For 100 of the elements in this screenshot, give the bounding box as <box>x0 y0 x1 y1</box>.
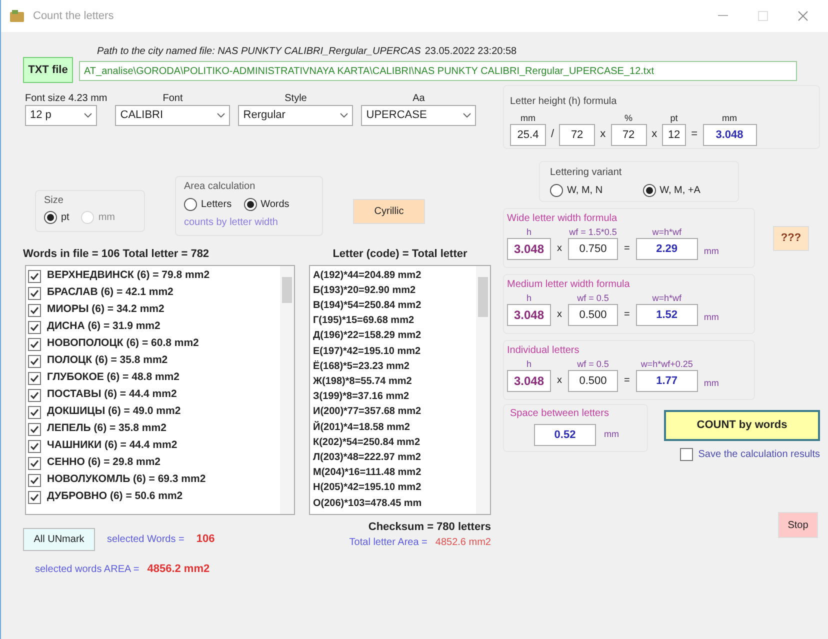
path-field[interactable]: AT_analise\GORODA\POLITIKO-ADMINISTRATIVNAYA KARTA\CALIBRI\NAS PUNKTY CALIBRI_Rergular_UPERCASE_12.txt <box>79 61 797 81</box>
close-icon[interactable] <box>798 11 808 21</box>
operator: = <box>624 308 630 322</box>
letter-item[interactable]: К(202)*54=250.84 mm2 <box>313 434 476 450</box>
result-field[interactable]: 1.77 <box>636 370 698 392</box>
word-item[interactable]: ПОСТАВЫ (6) = 44.4 mm2 <box>47 387 177 403</box>
txt-file-button[interactable]: TXT file <box>23 57 73 83</box>
checkbox[interactable] <box>28 338 41 350</box>
checkbox[interactable] <box>28 304 41 316</box>
note-text: counts by letter width <box>184 216 279 230</box>
result-field[interactable]: 1.52 <box>636 304 698 326</box>
checkbox[interactable] <box>28 354 41 368</box>
radio-label: mm <box>98 211 116 225</box>
letter-item[interactable]: В(194)*54=250.84 mm2 <box>313 298 476 314</box>
result-field[interactable]: 3.048 <box>702 124 756 146</box>
word-item[interactable]: ЧАШНИКИ (6) = 44.4 mm2 <box>47 438 178 454</box>
window-title: Count the letters <box>33 8 114 24</box>
checkbox[interactable] <box>28 372 41 384</box>
chevron-icon <box>340 113 348 118</box>
letter-item[interactable]: Е(197)*42=195.10 mm2 <box>313 344 476 359</box>
input-field[interactable]: 0.500 <box>568 304 618 326</box>
letter-item[interactable]: М(204)*16=111.48 mm2 <box>313 465 476 480</box>
help-button[interactable]: ??? <box>773 226 809 250</box>
letter-item[interactable]: Ё(168)*5=23.23 mm2 <box>313 358 476 374</box>
letter-item[interactable]: А(192)*44=204.89 mm2 <box>313 268 476 283</box>
dropdown[interactable]: Rergular <box>238 105 354 126</box>
letter-item[interactable]: З(199)*8=37.16 mm2 <box>313 389 476 404</box>
scrollbar[interactable] <box>476 266 490 514</box>
checkbox[interactable] <box>28 320 41 334</box>
word-item[interactable]: ПОЛОЦК (6) = 35.8 mm2 <box>47 353 168 369</box>
input-field[interactable]: 0.52 <box>534 424 596 446</box>
dropdown[interactable]: CALIBRI <box>115 105 230 126</box>
dropdown[interactable]: 12 p <box>25 105 97 126</box>
input-field[interactable]: 12 <box>662 124 686 146</box>
word-item[interactable]: СЕННО (6) = 29.8 mm2 <box>47 455 161 471</box>
word-item[interactable]: ЛЕПЕЛЬ (6) = 35.8 mm2 <box>47 421 166 437</box>
word-item[interactable]: ВЕРХНЕДВИНСК (6) = 79.8 mm2 <box>47 268 210 284</box>
letter-item[interactable]: И(200)*77=357.68 mm2 <box>313 404 476 420</box>
letter-item[interactable]: Ж(198)*8=55.74 mm2 <box>313 374 476 390</box>
checkbox[interactable] <box>28 270 41 282</box>
checkbox[interactable] <box>680 448 694 461</box>
radio-label: W, M, N <box>567 184 603 198</box>
letter-item[interactable]: Б(193)*20=92.90 mm2 <box>313 282 476 298</box>
radio-label: Letters <box>201 198 232 212</box>
input-field[interactable]: 3.048 <box>507 238 551 260</box>
formula-label: wf = 1.5*0.5 <box>569 226 617 238</box>
checkbox[interactable] <box>28 440 41 452</box>
letter-item[interactable]: Д(196)*22=158.29 mm2 <box>313 328 476 344</box>
radio-button[interactable] <box>44 211 57 224</box>
word-item[interactable]: НОВОЛУКОМЛЬ (6) = 69.3 mm2 <box>47 472 206 488</box>
radio-button[interactable] <box>550 184 563 197</box>
input-field[interactable]: 3.048 <box>507 370 551 392</box>
operator: = <box>624 242 630 256</box>
chevron-icon <box>217 113 226 118</box>
radio-button[interactable] <box>642 184 656 197</box>
input-field[interactable]: 72 <box>610 124 647 146</box>
stop-button[interactable]: Stop <box>778 512 818 538</box>
letter-item[interactable]: Г(195)*15=69.68 mm2 <box>313 313 476 328</box>
radio-button[interactable] <box>244 198 257 211</box>
word-item[interactable]: ДУБРОВНО (6) = 50.6 mm2 <box>47 489 183 505</box>
unit-label: mm <box>704 244 719 258</box>
word-item[interactable]: ДОКШИЦЫ (6) = 49.0 mm2 <box>47 404 181 420</box>
checkbox[interactable] <box>28 388 41 402</box>
input-field[interactable]: 0.500 <box>568 370 618 392</box>
letter-item[interactable]: Н(205)*42=195.10 mm2 <box>313 480 476 496</box>
checkbox[interactable] <box>28 456 41 470</box>
letter-item[interactable]: Л(203)*48=222.97 mm2 <box>313 450 476 466</box>
scrollbar[interactable] <box>280 266 294 514</box>
checkbox[interactable] <box>28 490 41 504</box>
checkbox[interactable] <box>28 286 41 300</box>
group-title: Lettering variant <box>550 166 623 180</box>
input-field[interactable]: 25.4 <box>510 124 546 146</box>
letter-item[interactable]: О(206)*103=478.45 mm <box>313 496 476 511</box>
result-field[interactable]: 2.29 <box>636 238 698 260</box>
field-label: Font size 4.23 mm <box>25 92 108 105</box>
selected-words-value: 106 <box>196 532 215 548</box>
selected-area-value: 4856.2 mm2 <box>147 562 210 577</box>
word-item[interactable]: НОВОПОЛОЦК (6) = 60.8 mm2 <box>47 336 199 352</box>
checkbox[interactable] <box>28 422 41 436</box>
radio-label: W, M, +A <box>660 184 700 198</box>
input-field[interactable]: 3.048 <box>507 304 551 326</box>
checkbox[interactable] <box>28 406 41 418</box>
unmark-button[interactable]: All UNmark <box>23 528 95 551</box>
input-field[interactable]: 0.750 <box>568 238 618 260</box>
dropdown[interactable]: UPERCASE <box>361 105 476 126</box>
word-item[interactable]: ДИСНА (6) = 31.9 mm2 <box>47 319 160 335</box>
selected-words-label: selected Words = <box>107 533 184 547</box>
operator: = <box>691 126 698 142</box>
letter-item[interactable]: Й(201)*4=18.58 mm2 <box>313 420 476 435</box>
cyrillic-button[interactable]: Cyrillic <box>353 198 425 224</box>
unit-label: mm <box>722 112 737 124</box>
timestamp: 23.05.2022 23:20:58 <box>424 45 517 59</box>
word-item[interactable]: МИОРЫ (6) = 34.2 mm2 <box>47 302 164 318</box>
word-item[interactable]: БРАСЛАВ (6) = 42.1 mm2 <box>47 285 174 301</box>
input-field[interactable]: 72 <box>559 124 596 146</box>
word-item[interactable]: ГЛУБОКОЕ (6) = 48.8 mm2 <box>47 370 180 386</box>
radio-button[interactable] <box>184 198 197 211</box>
formula-label: w=h*wf <box>652 226 682 238</box>
count-button[interactable]: COUNT by words <box>664 410 820 441</box>
checkbox[interactable] <box>28 474 41 486</box>
